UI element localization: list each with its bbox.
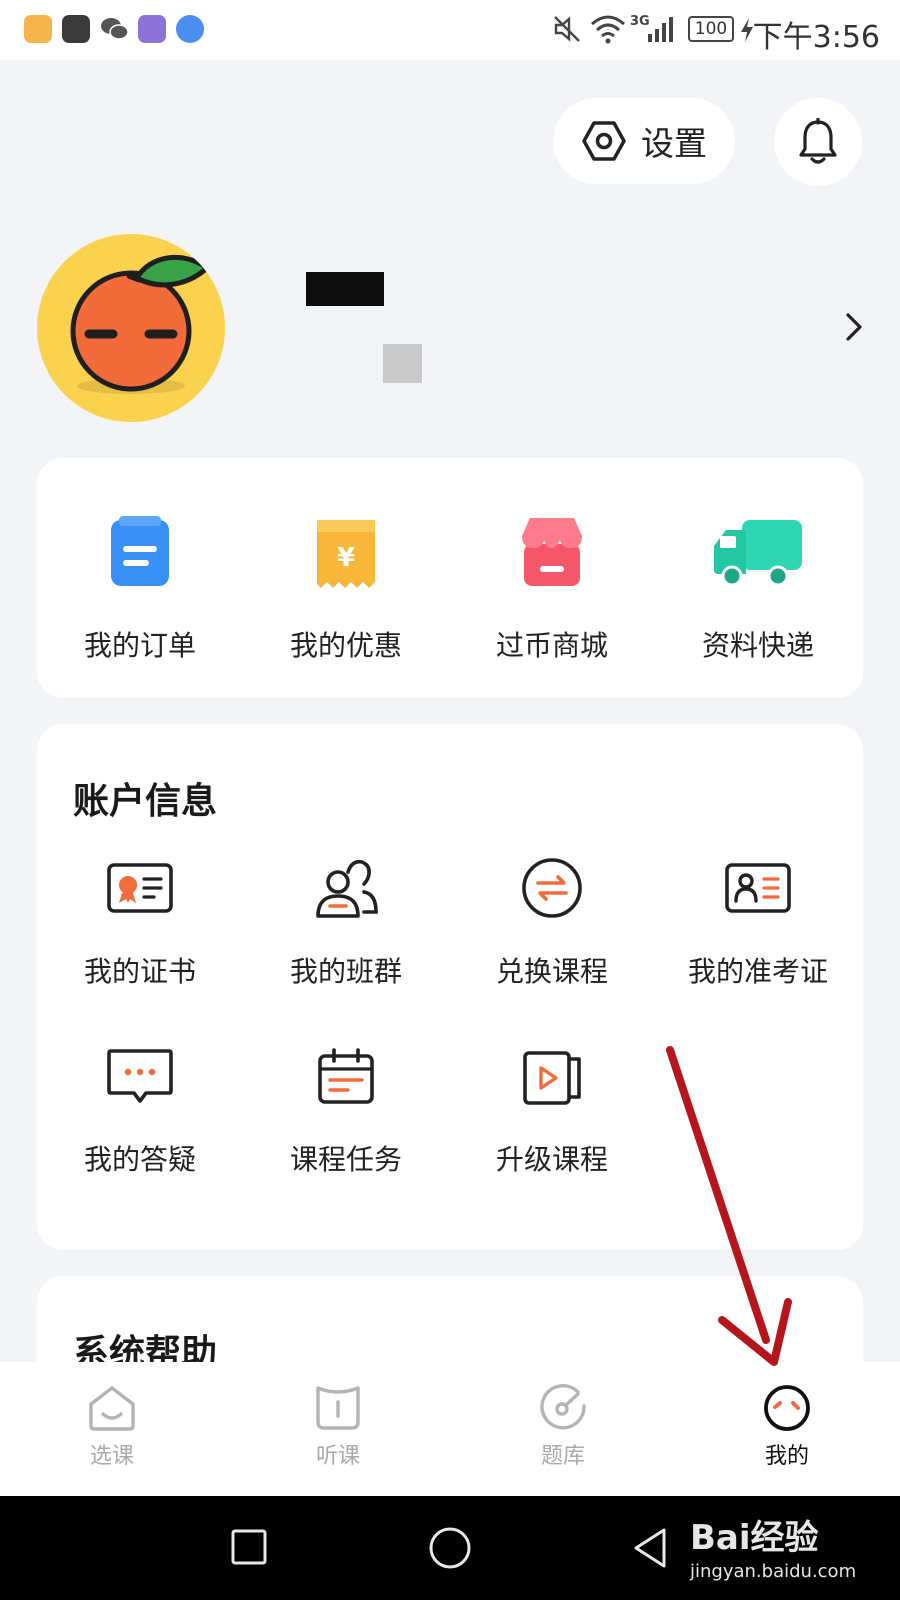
question-bank-icon: [540, 1384, 586, 1430]
browser-app-icon: [138, 15, 166, 43]
account-section-title: 账户信息: [73, 781, 218, 822]
account-item-label: 兑换课程: [495, 955, 608, 988]
account-item-upgrade-course[interactable]: 升级课程: [449, 1034, 655, 1178]
quick-item-label: 我的优惠: [289, 629, 402, 662]
recent-apps-icon[interactable]: [230, 1528, 268, 1566]
admission-ticket-icon: [725, 863, 791, 913]
wifi-icon: [591, 15, 625, 44]
battery-level: 100: [694, 19, 728, 39]
huawei-app-icon: [62, 15, 90, 43]
account-item-label: 课程任务: [289, 1143, 402, 1176]
tab-question-bank[interactable]: 题库: [503, 1384, 623, 1470]
exchange-icon: [522, 858, 582, 918]
delivery-truck-icon: [714, 520, 802, 587]
app-notification-icon: [24, 15, 52, 43]
tab-select-course[interactable]: 选课: [52, 1384, 172, 1470]
tab-listen-course[interactable]: 听课: [278, 1384, 398, 1470]
quick-item-orders[interactable]: 我的订单: [37, 510, 243, 664]
select-course-icon: [89, 1386, 135, 1431]
mute-icon: [554, 16, 580, 42]
settings-icon: [582, 121, 626, 161]
svg-text:¥: ¥: [337, 543, 355, 573]
notification-button[interactable]: [774, 98, 862, 186]
bell-icon: [799, 118, 837, 164]
account-item-qa[interactable]: 我的答疑: [37, 1034, 243, 1178]
tab-label: 选课: [89, 1444, 134, 1469]
quick-actions-card: 我的订单 ¥ 我的优惠 过币商城 资料快递: [37, 458, 863, 698]
quick-item-store[interactable]: 过币商城: [449, 510, 655, 664]
battery-icon: 100: [688, 16, 734, 42]
tab-label: 我的: [764, 1444, 809, 1469]
user-id-redacted: [383, 344, 422, 383]
qa-chat-icon: [107, 1049, 173, 1103]
wechat-icon: [100, 15, 129, 43]
baidu-jingyan-watermark: Bai经验 jingyan.baidu.com: [690, 1510, 856, 1582]
home-icon[interactable]: [428, 1526, 472, 1570]
quick-item-label: 过币商城: [495, 629, 608, 662]
profile-face-icon: [764, 1385, 810, 1431]
account-item-label: 升级课程: [495, 1143, 608, 1176]
weather-app-icon: [176, 15, 204, 43]
bottom-tab-bar: 选课 听课 题库 我的: [0, 1362, 900, 1496]
account-info-card: 账户信息 我的证书 我的班群 兑换课程 我的准考证 我的答疑 课程任务 升级课程: [37, 724, 863, 1250]
quick-item-delivery[interactable]: 资料快递: [655, 510, 861, 664]
coupon-icon: ¥: [317, 520, 375, 588]
account-item-label: 我的证书: [83, 955, 196, 988]
orange-mascot-avatar: [70, 254, 210, 394]
tab-profile[interactable]: 我的: [727, 1384, 847, 1470]
settings-button[interactable]: 设置: [553, 98, 735, 184]
chevron-right-icon[interactable]: [845, 312, 863, 342]
status-bar: 3G 100 下午3:56: [0, 0, 900, 60]
order-icon: [111, 516, 169, 586]
system-nav-bar: Bai经验 jingyan.baidu.com: [0, 1496, 900, 1600]
user-avatar[interactable]: [37, 234, 225, 422]
calendar-task-icon: [318, 1048, 374, 1104]
account-item-course-task[interactable]: 课程任务: [243, 1034, 449, 1178]
listen-course-icon: [316, 1386, 360, 1430]
certificate-icon: [107, 863, 173, 913]
account-item-label: 我的班群: [289, 955, 402, 988]
signal-icon: [648, 17, 673, 42]
upgrade-video-icon: [523, 1051, 581, 1105]
settings-label: 设置: [641, 124, 707, 163]
watermark-url: jingyan.baidu.com: [690, 1561, 857, 1582]
account-item-exchange[interactable]: 兑换课程: [449, 846, 655, 990]
status-time: 下午3:56: [752, 20, 880, 55]
tab-label: 听课: [315, 1444, 360, 1469]
account-item-label: 我的答疑: [83, 1143, 196, 1176]
account-item-certificate[interactable]: 我的证书: [37, 846, 243, 990]
store-icon: [522, 518, 582, 586]
watermark-title: Bai经验: [690, 1518, 819, 1558]
back-icon[interactable]: [630, 1526, 670, 1570]
account-item-class-group[interactable]: 我的班群: [243, 846, 449, 990]
tab-label: 题库: [540, 1444, 585, 1469]
account-item-label: 我的准考证: [687, 955, 828, 988]
quick-item-label: 资料快递: [701, 629, 814, 662]
account-item-admission-ticket[interactable]: 我的准考证: [655, 846, 861, 990]
class-group-icon: [316, 859, 378, 918]
quick-item-label: 我的订单: [83, 629, 196, 662]
quick-item-coupons[interactable]: ¥ 我的优惠: [243, 510, 449, 664]
username-redacted: [306, 272, 384, 306]
